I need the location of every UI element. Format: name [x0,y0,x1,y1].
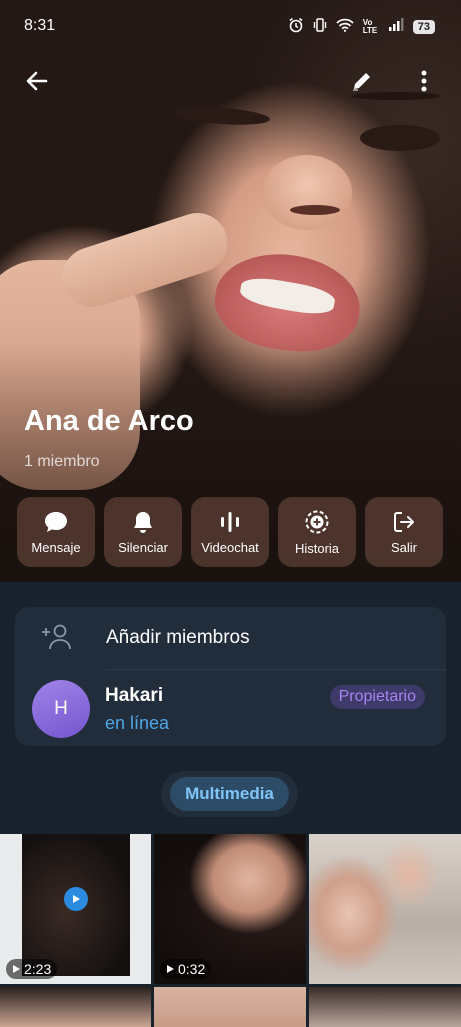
vibrate-icon [313,17,327,36]
edit-button[interactable] [345,64,379,98]
media-tile[interactable]: 0:32 [154,834,306,984]
mute-label: Silenciar [118,539,168,555]
video-duration: 2:23 [6,959,58,979]
media-tile[interactable] [154,987,306,1027]
mute-button[interactable]: Silenciar [104,497,182,567]
members-panel: Añadir miembros H Hakari en línea Propie… [15,607,446,746]
play-icon [64,887,88,911]
status-bar: 8:31 Vo LTE 73 [0,0,461,52]
wifi-icon [336,18,354,35]
play-small-icon [13,965,20,973]
member-row[interactable]: H Hakari en línea Propietario [15,670,446,746]
action-bar: Mensaje Silenciar Videochat Historia Sal… [17,497,443,567]
duration-text: 2:23 [24,961,52,977]
media-tile[interactable] [0,987,151,1027]
members-count: 1 miembro [24,453,100,470]
group-title: Ana de Arco [24,405,194,437]
leave-button[interactable]: Salir [365,497,443,567]
leave-label: Salir [390,539,417,555]
volte-label: Vo LTE [362,17,378,35]
pencil-icon [353,73,370,91]
story-add-icon [305,510,329,533]
battery-indicator: 73 [412,19,435,34]
avatar-initial: H [54,698,68,719]
tab-multimedia[interactable]: Multimedia [170,777,289,811]
videochat-button[interactable]: Videochat [191,497,269,567]
photo-finger [54,205,236,315]
duration-text: 0:32 [178,961,206,977]
alarm-icon [288,17,304,36]
photo-nose [262,155,352,230]
arrow-left-icon [26,71,48,91]
member-name: Hakari [105,685,164,706]
add-members-label: Añadir miembros [106,627,250,648]
signal-icon [388,18,404,35]
back-button[interactable] [20,64,54,98]
story-label: Historia [294,540,340,556]
media-tile[interactable]: 2:23 [0,834,151,984]
play-small-icon [167,965,174,973]
media-tabs: Multimedia [161,771,298,817]
chat-bubble-icon [45,511,67,532]
status-time: 8:31 [24,17,56,34]
kebab-menu-icon [421,70,427,92]
more-options-button[interactable] [407,64,441,98]
add-members-row[interactable]: Añadir miembros [15,607,446,669]
photo-nostrils [290,205,340,215]
photo-eye-left [174,104,271,128]
videochat-label: Videochat [201,539,259,555]
media-tile[interactable] [309,987,461,1027]
exit-icon [394,511,414,532]
bell-icon [134,511,152,533]
media-tile[interactable] [309,834,461,984]
video-duration: 0:32 [160,959,212,979]
group-photo[interactable] [0,0,461,582]
voice-bars-icon [221,511,239,532]
story-button[interactable]: Historia [278,497,356,567]
member-status: en línea [105,713,170,733]
status-icons: Vo LTE 73 [288,17,435,36]
add-user-icon [42,624,71,650]
message-label: Mensaje [31,539,81,555]
avatar: H [32,680,90,738]
message-button[interactable]: Mensaje [17,497,95,567]
owner-badge: Propietario [329,685,425,709]
photo-eye-right [360,125,440,151]
